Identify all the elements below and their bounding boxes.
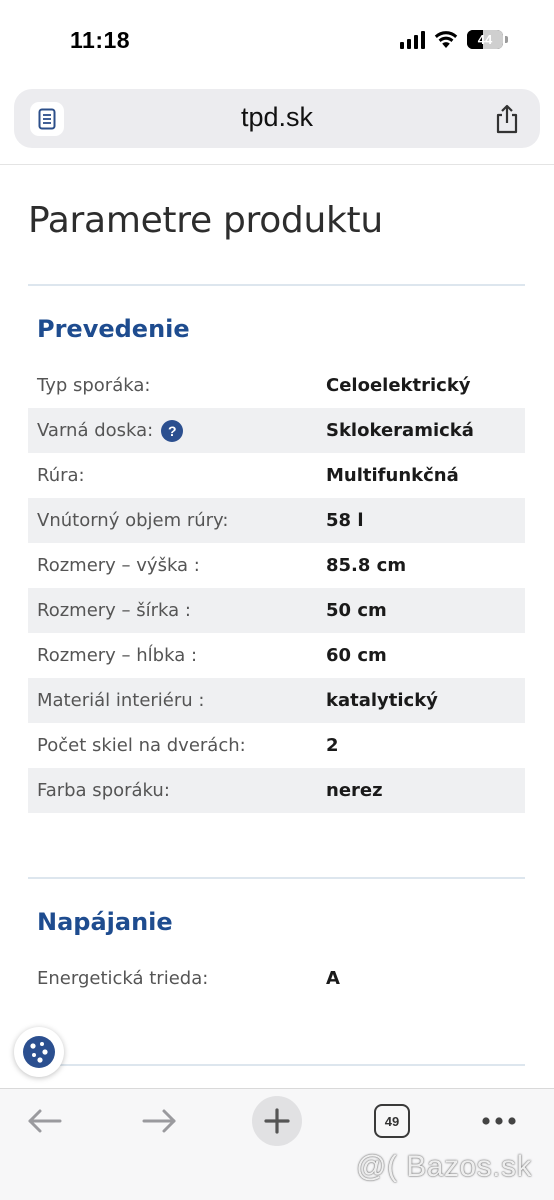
param-row: Rúra: Multifunkčná xyxy=(28,453,525,498)
param-row: Farba sporáku: nerez xyxy=(28,768,525,813)
share-button[interactable] xyxy=(492,102,522,136)
param-value: 85.8 cm xyxy=(326,555,407,576)
param-value: katalytický xyxy=(326,690,438,711)
param-value: Multifunkčná xyxy=(326,465,459,486)
section-title-napajanie: Napájanie xyxy=(37,908,173,936)
params-table-prevedenie: Typ sporáka: Celoelektrický Varná doska:… xyxy=(28,363,525,813)
param-value: 60 cm xyxy=(326,645,387,666)
status-bar: 11:18 44 xyxy=(0,0,554,80)
param-label: Rozmery – hĺbka : xyxy=(37,645,198,666)
param-label: Materiál interiéru : xyxy=(37,690,205,711)
params-table-napajanie: Energetická trieda: A xyxy=(28,956,525,1001)
address-bar[interactable]: tpd.sk xyxy=(14,89,540,148)
share-icon xyxy=(496,104,518,134)
param-value: Sklokeramická xyxy=(326,420,474,441)
cookie-icon xyxy=(23,1036,55,1068)
section-title-prevedenie: Prevedenie xyxy=(37,315,190,343)
page-title: Parametre produktu xyxy=(28,200,383,241)
param-row: Typ sporáka: Celoelektrický xyxy=(28,363,525,408)
plus-icon xyxy=(264,1108,290,1134)
param-row: Varná doska: ? Sklokeramická xyxy=(28,408,525,453)
more-button[interactable] xyxy=(478,1099,520,1143)
param-row: Energetická trieda: A xyxy=(28,956,525,1001)
help-icon[interactable]: ? xyxy=(161,419,184,442)
cellular-signal-icon xyxy=(400,30,425,49)
forward-arrow-icon xyxy=(142,1109,176,1133)
more-icon xyxy=(482,1117,516,1125)
wifi-icon xyxy=(434,31,458,48)
param-value: A xyxy=(326,968,340,989)
param-label: Energetická trieda: xyxy=(37,968,209,989)
section-divider xyxy=(28,1064,525,1066)
param-value: nerez xyxy=(326,780,383,801)
param-row: Rozmery – výška : 85.8 cm xyxy=(28,543,525,588)
section-divider xyxy=(28,877,525,879)
tabs-button[interactable]: 49 xyxy=(374,1104,410,1138)
param-row: Rozmery – hĺbka : 60 cm xyxy=(28,633,525,678)
title-divider xyxy=(28,284,525,286)
param-value: 50 cm xyxy=(326,600,387,621)
param-value: 58 l xyxy=(326,510,364,531)
param-label: Rúra: xyxy=(37,465,85,486)
param-label-text: Varná doska: xyxy=(37,420,154,441)
new-tab-button[interactable] xyxy=(252,1096,302,1146)
back-button[interactable] xyxy=(22,1099,68,1143)
param-row: Počet skiel na dverách: 2 xyxy=(28,723,525,768)
cookie-settings-button[interactable] xyxy=(14,1027,64,1077)
battery-percent: 44 xyxy=(477,32,493,47)
param-label: Typ sporáka: xyxy=(37,375,151,396)
battery-icon: 44 xyxy=(467,30,503,49)
param-label: Počet skiel na dverách: xyxy=(37,735,246,756)
battery-cap xyxy=(505,36,508,43)
back-arrow-icon xyxy=(28,1109,62,1133)
param-label: Rozmery – výška : xyxy=(37,555,200,576)
param-row: Vnútorný objem rúry: 58 l xyxy=(28,498,525,543)
param-label: Rozmery – šírka : xyxy=(37,600,191,621)
url-text[interactable]: tpd.sk xyxy=(14,102,540,133)
param-label: Vnútorný objem rúry: xyxy=(37,510,229,531)
param-label-with-help: Varná doska: ? xyxy=(28,419,326,442)
watermark: @( Bazos.sk xyxy=(356,1150,532,1183)
forward-button[interactable] xyxy=(136,1099,182,1143)
param-value: 2 xyxy=(326,735,339,756)
param-label: Farba sporáku: xyxy=(37,780,170,801)
status-icons: 44 xyxy=(400,30,508,49)
status-time: 11:18 xyxy=(70,27,131,53)
param-value: Celoelektrický xyxy=(326,375,471,396)
param-row: Materiál interiéru : katalytický xyxy=(28,678,525,723)
address-divider xyxy=(0,164,554,165)
param-row: Rozmery – šírka : 50 cm xyxy=(28,588,525,633)
